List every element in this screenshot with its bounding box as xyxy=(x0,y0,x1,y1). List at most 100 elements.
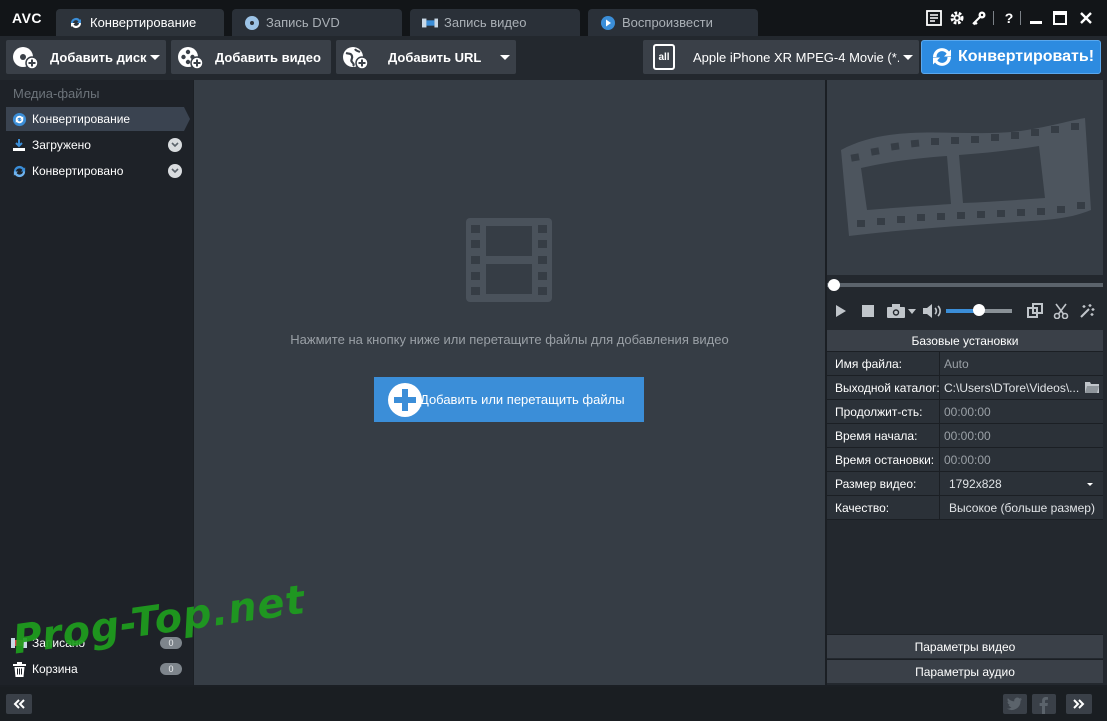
sidebar-item-downloaded[interactable]: Загружено xyxy=(6,133,184,157)
tab-label: Запись видео xyxy=(444,15,527,30)
seek-track[interactable] xyxy=(827,283,1103,287)
facebook-icon[interactable] xyxy=(1031,694,1057,714)
play-icon[interactable] xyxy=(832,302,850,320)
sidebar-item-converted[interactable]: Конвертировано xyxy=(6,159,184,183)
settings-heading[interactable]: Базовые установки xyxy=(827,330,1103,352)
duration-field[interactable]: 00:00:00 xyxy=(940,400,1103,423)
video-size-select[interactable]: 1792x828 xyxy=(940,472,1103,495)
volume-handle[interactable] xyxy=(973,304,985,316)
chevron-down-icon[interactable] xyxy=(168,164,182,178)
tab-play[interactable]: Воспроизвести xyxy=(588,9,758,36)
title-separator xyxy=(1020,11,1021,25)
setting-label: Время начала: xyxy=(827,424,940,447)
scissors-icon[interactable] xyxy=(1052,302,1070,320)
window-mode-icon[interactable] xyxy=(1026,302,1044,320)
drop-hint: Нажмите на кнопку ниже или перетащите фа… xyxy=(290,332,729,347)
status-bar xyxy=(0,687,1107,721)
video-size-value: 1792x828 xyxy=(949,477,1002,491)
folder-icon[interactable] xyxy=(1085,381,1099,393)
tab-dvd[interactable]: Запись DVD xyxy=(232,9,402,36)
profile-all-icon: all xyxy=(653,44,675,70)
setting-label: Выходной каталог: xyxy=(827,376,940,399)
snapshot-icon[interactable] xyxy=(886,302,906,320)
play-icon xyxy=(600,15,616,31)
tab-label: Конвертирование xyxy=(90,15,197,30)
chevron-down-icon[interactable] xyxy=(903,55,913,60)
audio-params-button[interactable]: Параметры аудио xyxy=(827,659,1103,683)
collapse-sidebar-button[interactable] xyxy=(6,694,32,714)
seek-bar[interactable] xyxy=(827,279,1103,291)
setting-label: Время остановки: xyxy=(827,448,940,471)
filename-field[interactable]: Auto xyxy=(940,352,1103,375)
setting-label: Размер видео: xyxy=(827,472,940,495)
convert-icon xyxy=(11,111,27,127)
output-dir-field[interactable]: C:\Users\DTore\Videos\... xyxy=(940,376,1103,399)
trash-icon xyxy=(11,661,27,677)
seek-handle[interactable] xyxy=(828,279,840,291)
convert-button[interactable]: Конвертировать! xyxy=(921,40,1101,74)
help-icon[interactable]: ? xyxy=(1000,9,1018,27)
app-logo: AVC xyxy=(12,10,43,26)
sidebar-item-label: Конвертировано xyxy=(32,164,124,178)
twitter-icon[interactable] xyxy=(1002,694,1028,714)
double-chevron-left-icon xyxy=(13,699,25,709)
film-strip-icon xyxy=(841,118,1091,236)
add-files-button[interactable]: Добавить или перетащить файлы xyxy=(374,377,644,422)
disc-icon xyxy=(244,15,260,31)
chevron-down-icon[interactable] xyxy=(907,302,917,320)
title-separator xyxy=(993,11,994,25)
output-profile-select[interactable]: all Apple iPhone XR MPEG-4 Movie (*.m... xyxy=(643,40,919,74)
convert-label: Конвертировать! xyxy=(958,48,1095,65)
video-params-button[interactable]: Параметры видео xyxy=(827,634,1103,658)
setting-row-video-size: Размер видео: 1792x828 xyxy=(827,472,1103,496)
task-list-icon[interactable] xyxy=(925,9,943,27)
chevron-down-icon[interactable] xyxy=(500,55,510,60)
tab-label: Запись DVD xyxy=(266,15,340,30)
double-chevron-right-icon xyxy=(1073,699,1085,709)
svg-text:?: ? xyxy=(1005,10,1014,26)
film-add-icon xyxy=(175,42,205,72)
sidebar-item-converting[interactable]: Конвертирование xyxy=(6,107,190,131)
chevron-down-icon[interactable] xyxy=(1087,483,1093,486)
globe-add-icon xyxy=(340,42,370,72)
chevron-down-icon[interactable] xyxy=(168,138,182,152)
stop-time-field[interactable]: 00:00:00 xyxy=(940,448,1103,471)
convert-icon xyxy=(933,48,951,66)
sidebar-item-label: Корзина xyxy=(32,662,78,676)
download-icon xyxy=(11,137,27,153)
video-record-icon xyxy=(422,15,438,31)
tab-convert[interactable]: Конвертирование xyxy=(56,9,224,36)
minimize-icon[interactable] xyxy=(1027,9,1045,27)
setting-label: Качество: xyxy=(827,496,940,519)
add-url-label: Добавить URL xyxy=(388,49,482,65)
add-files-label: Добавить или перетащить файлы xyxy=(420,392,625,407)
add-disc-button[interactable]: Добавить диск xyxy=(6,40,166,74)
setting-label: Продолжит-сть: xyxy=(827,400,940,423)
tab-record-video[interactable]: Запись видео xyxy=(410,9,580,36)
disc-add-icon xyxy=(10,42,40,72)
sidebar-item-label: Конвертирование xyxy=(32,112,131,126)
setting-label: Имя файла: xyxy=(827,352,940,375)
stop-icon[interactable] xyxy=(859,302,877,320)
count-badge: 0 xyxy=(160,663,182,675)
chevron-down-icon[interactable] xyxy=(150,55,160,60)
convert-icon xyxy=(68,15,84,31)
close-icon[interactable] xyxy=(1077,9,1095,27)
key-icon[interactable] xyxy=(970,9,988,27)
start-time-field[interactable]: 00:00:00 xyxy=(940,424,1103,447)
add-disc-label: Добавить диск xyxy=(50,49,147,65)
expand-panel-button[interactable] xyxy=(1066,694,1092,714)
output-dir-value: C:\Users\DTore\Videos\... xyxy=(944,381,1080,395)
effects-wand-icon[interactable] xyxy=(1078,302,1096,320)
quality-select[interactable]: Высокое (больше размер) xyxy=(940,496,1103,519)
add-url-button[interactable]: Добавить URL xyxy=(336,40,516,74)
gear-icon[interactable] xyxy=(948,9,966,27)
plus-icon xyxy=(388,382,422,417)
sidebar-item-label: Загружено xyxy=(32,138,91,152)
right-panel: Базовые установки Имя файла: Auto Выходн… xyxy=(827,80,1107,685)
maximize-icon[interactable] xyxy=(1051,9,1069,27)
setting-row-start-time: Время начала: 00:00:00 xyxy=(827,424,1103,448)
add-video-label: Добавить видео xyxy=(215,49,321,65)
add-video-button[interactable]: Добавить видео xyxy=(171,40,331,74)
volume-icon[interactable] xyxy=(922,302,944,320)
